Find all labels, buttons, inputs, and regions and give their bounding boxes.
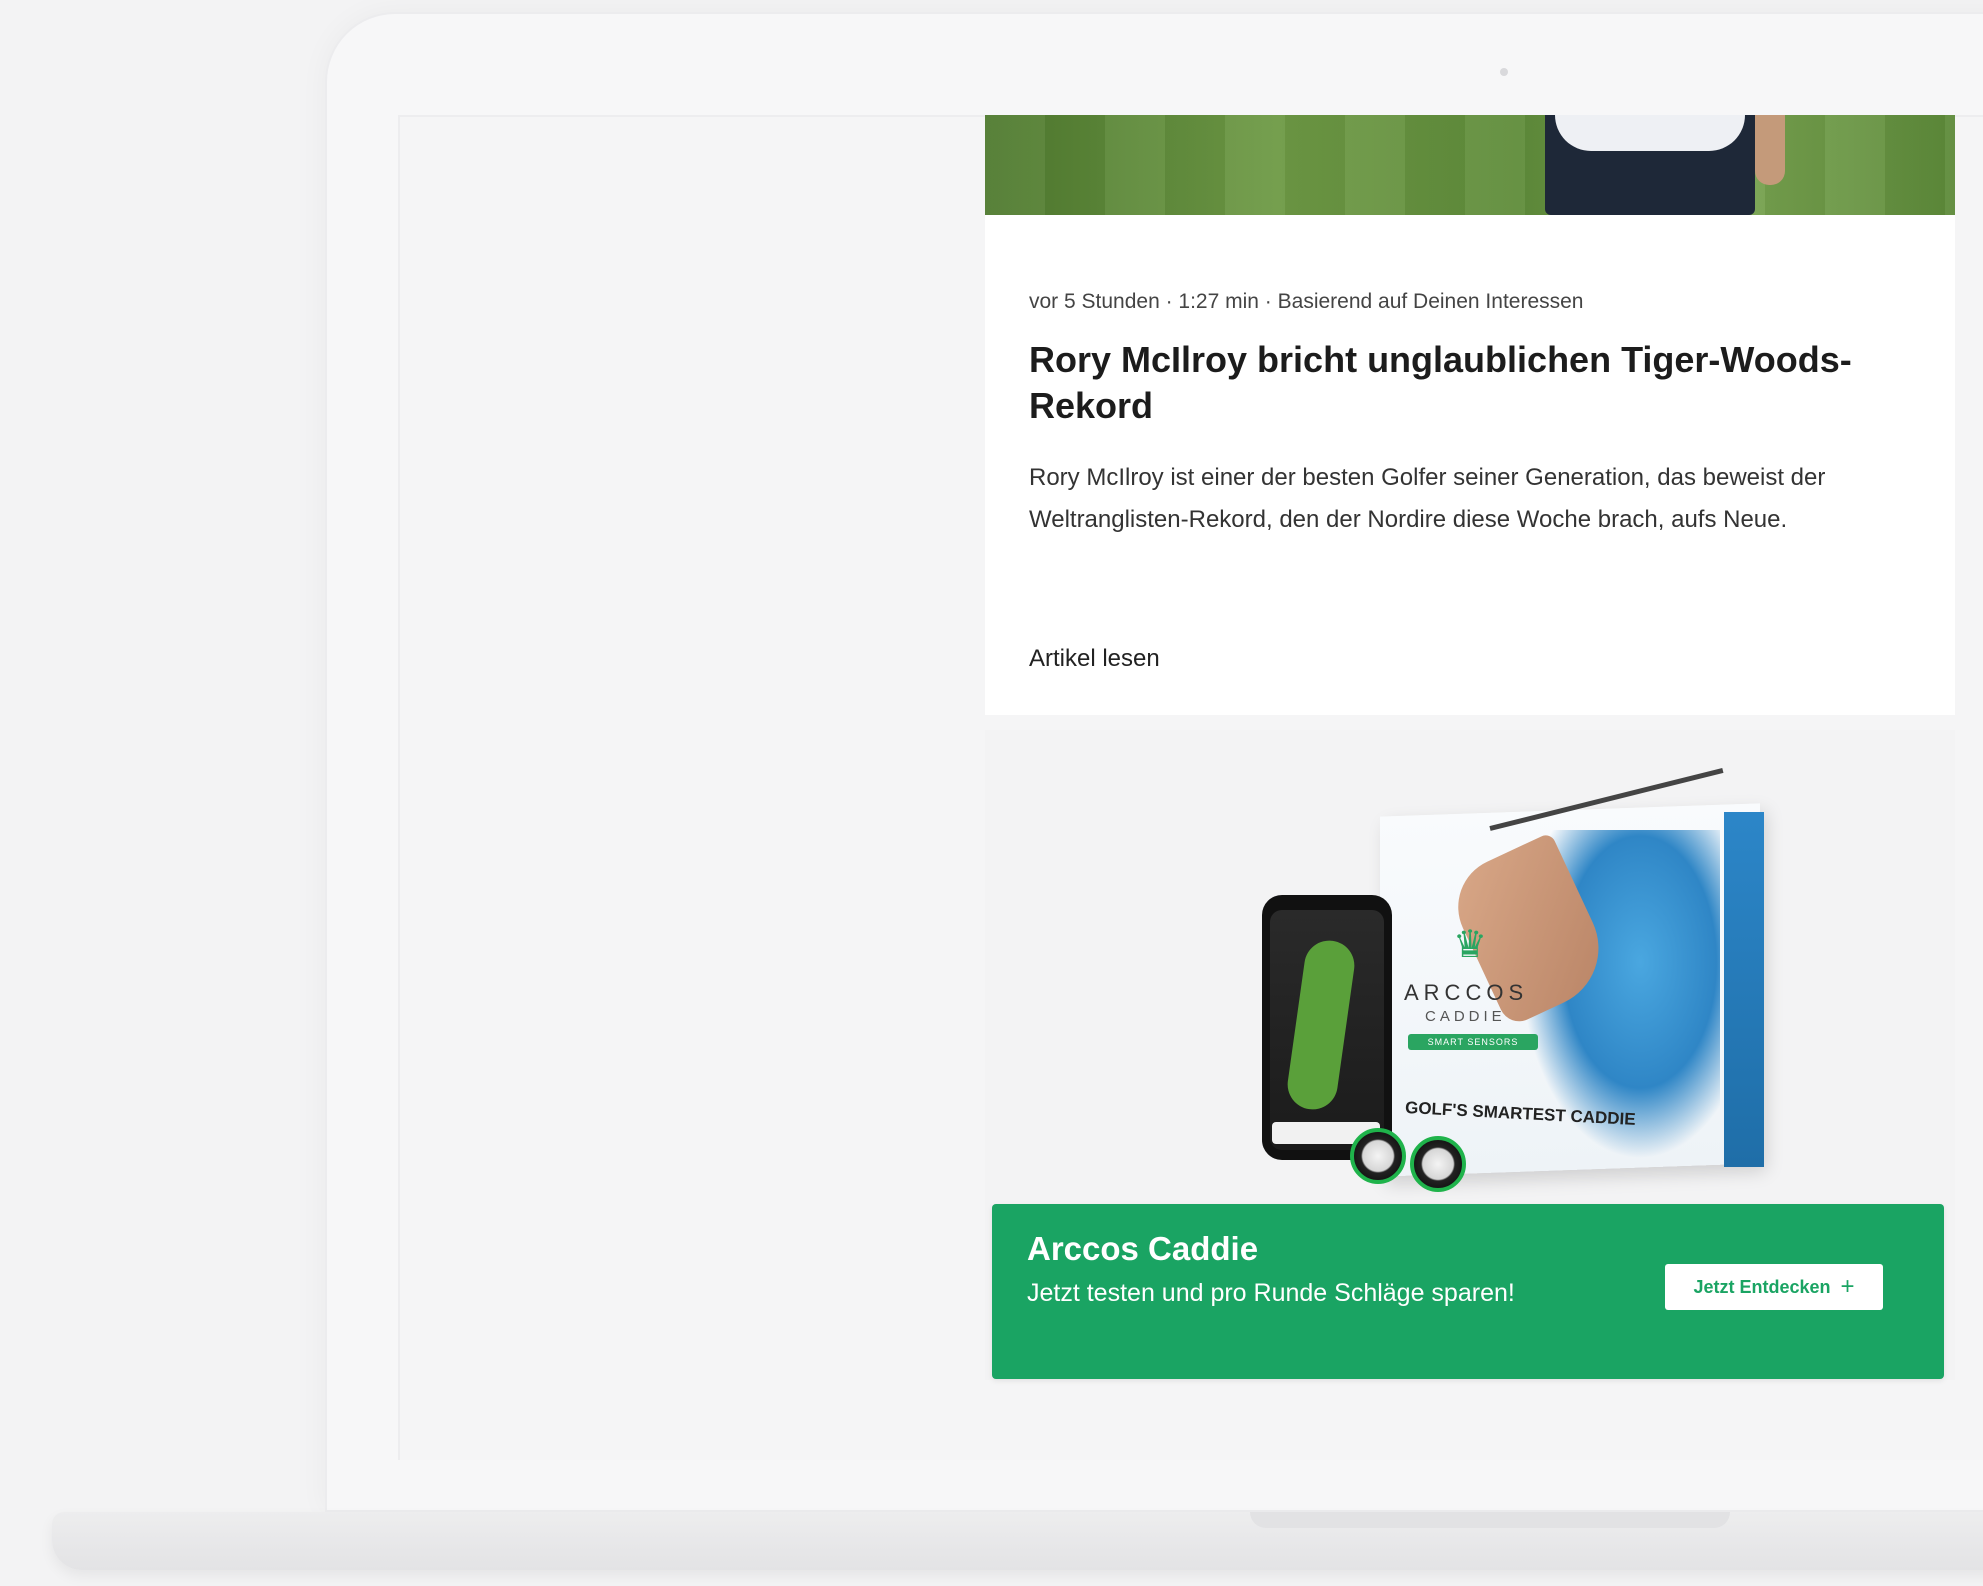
article-teaser: Rory McIlroy ist einer der besten Golfer… [1029, 464, 1826, 533]
read-article-link[interactable]: Artikel lesen [1029, 645, 1160, 673]
discover-button[interactable]: Jetzt Entdecken + [1665, 1264, 1883, 1310]
product-brand-name: ARCCOS [1404, 980, 1529, 1005]
golfer-shirt [1555, 115, 1745, 151]
product-brand-sub: CADDIE [1425, 1008, 1506, 1025]
sensor-image [1350, 1128, 1406, 1184]
article-headline[interactable]: Rory McIlroy bricht unglaublichen Tiger-… [1029, 337, 1929, 429]
plus-icon: + [1840, 1273, 1855, 1300]
article-card[interactable]: vor 5 Stunden · 1:27 min · Basierend auf… [985, 115, 1955, 715]
product-pill-label: SMART SENSORS [1408, 1034, 1538, 1050]
ad-text: Jetzt testen und pro Runde Schläge spare… [1027, 1279, 1515, 1307]
laptop-mockup: vor 5 Stunden · 1:27 min · Basierend auf… [0, 0, 1983, 1586]
article-hero-image [985, 115, 1955, 215]
arccos-crown-icon: ♛ [1452, 924, 1488, 966]
golfer-arm [1755, 115, 1785, 185]
article-meta: vor 5 Stunden · 1:27 min · Basierend auf… [1029, 290, 1584, 313]
laptop-notch [1250, 1512, 1730, 1528]
discover-button-label: Jetzt Entdecken [1693, 1276, 1831, 1297]
ad-title: Arccos Caddie [1027, 1230, 1259, 1267]
sensor-image [1410, 1136, 1466, 1192]
ad-banner[interactable]: Arccos Caddie Jetzt testen und pro Runde… [992, 1204, 1944, 1379]
product-box-side [1724, 812, 1764, 1167]
camera-dot [1500, 68, 1508, 76]
grass-texture [985, 115, 1955, 215]
